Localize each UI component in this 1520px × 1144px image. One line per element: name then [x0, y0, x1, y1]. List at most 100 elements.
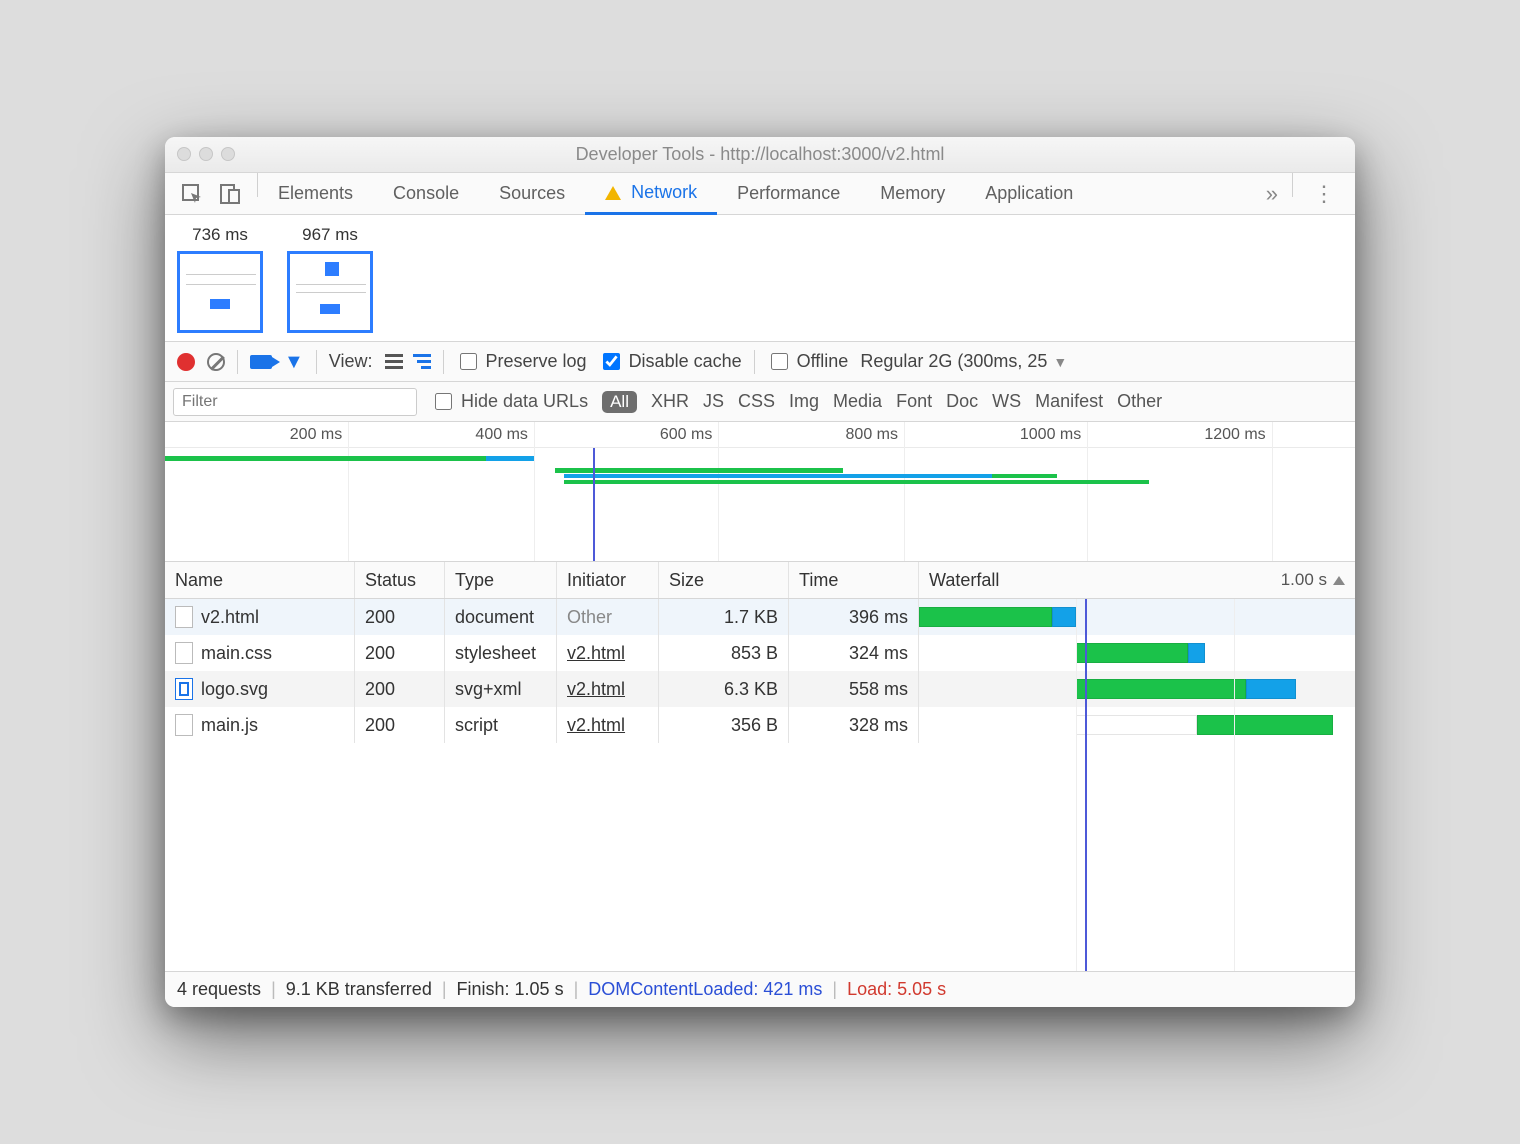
preserve-log-checkbox[interactable]: Preserve log: [456, 350, 587, 373]
tab-application[interactable]: Application: [965, 173, 1093, 214]
timeline-body: [165, 448, 1355, 561]
status-domcontentloaded: DOMContentLoaded: 421 ms: [588, 979, 822, 1000]
filter-type-font[interactable]: Font: [896, 391, 932, 412]
request-time: 396 ms: [789, 599, 919, 635]
filter-type-other[interactable]: Other: [1117, 391, 1162, 412]
zoom-window-button[interactable]: [221, 147, 235, 161]
hide-data-urls-label: Hide data URLs: [461, 391, 588, 412]
request-time: 328 ms: [789, 707, 919, 743]
table-row[interactable]: v2.html200documentOther1.7 KB396 ms: [165, 599, 1355, 635]
status-requests: 4 requests: [177, 979, 261, 1000]
traffic-lights: [177, 147, 235, 161]
request-time: 558 ms: [789, 671, 919, 707]
col-status[interactable]: Status: [355, 562, 445, 598]
request-status: 200: [355, 707, 445, 743]
request-initiator[interactable]: v2.html: [567, 643, 625, 664]
overview-bar: [486, 456, 534, 461]
tab-elements[interactable]: Elements: [258, 173, 373, 214]
close-window-button[interactable]: [177, 147, 191, 161]
request-name: logo.svg: [201, 679, 268, 700]
tab-performance[interactable]: Performance: [717, 173, 860, 214]
request-type: stylesheet: [445, 635, 557, 671]
col-initiator[interactable]: Initiator: [557, 562, 659, 598]
filter-type-xhr[interactable]: XHR: [651, 391, 689, 412]
devtools-window: Developer Tools - http://localhost:3000/…: [165, 137, 1355, 1007]
separator: [237, 350, 238, 374]
table-row[interactable]: logo.svg200svg+xmlv2.html6.3 KB558 ms: [165, 671, 1355, 707]
request-initiator[interactable]: v2.html: [567, 679, 625, 700]
overview-bar: [165, 456, 486, 461]
timeline-tick: 1000 ms: [1020, 426, 1087, 444]
filmstrip-thumbnail: [287, 251, 373, 333]
col-size[interactable]: Size: [659, 562, 789, 598]
tab-memory[interactable]: Memory: [860, 173, 965, 214]
tab-network[interactable]: Network: [585, 173, 717, 215]
timeline-overview[interactable]: 200 ms400 ms600 ms800 ms1000 ms1200 ms: [165, 422, 1355, 562]
preserve-log-label: Preserve log: [486, 351, 587, 372]
tab-console[interactable]: Console: [373, 173, 479, 214]
filmstrip-frame[interactable]: 967 ms: [287, 225, 373, 333]
filter-type-css[interactable]: CSS: [738, 391, 775, 412]
filter-type-doc[interactable]: Doc: [946, 391, 978, 412]
waterfall-bar: [1197, 715, 1334, 735]
overview-bar: [564, 480, 1149, 484]
offline-label: Offline: [797, 351, 849, 372]
waterfall-view-icon[interactable]: [413, 354, 431, 369]
timeline-ruler: 200 ms400 ms600 ms800 ms1000 ms1200 ms: [165, 422, 1355, 448]
overview-bar: [992, 474, 1057, 478]
more-tabs-button[interactable]: »: [1252, 173, 1292, 214]
network-toolbar: ▼ View: Preserve log Disable cache Offli…: [165, 342, 1355, 382]
filmstrip-thumbnail: [177, 251, 263, 333]
request-type: svg+xml: [445, 671, 557, 707]
filter-type-media[interactable]: Media: [833, 391, 882, 412]
disable-cache-checkbox[interactable]: Disable cache: [599, 350, 742, 373]
request-type: script: [445, 707, 557, 743]
tab-sources[interactable]: Sources: [479, 173, 585, 214]
filter-input[interactable]: [173, 388, 417, 416]
large-rows-icon[interactable]: [385, 354, 403, 369]
waterfall-bar: [1246, 679, 1296, 699]
request-initiator[interactable]: v2.html: [567, 715, 625, 736]
devtools-menu-button[interactable]: ⋮: [1293, 173, 1355, 214]
record-button[interactable]: [177, 353, 195, 371]
table-row[interactable]: main.js 200script v2.html 356 B328 ms: [165, 707, 1355, 743]
timeline-tick: 200 ms: [290, 426, 348, 444]
timeline-tick: 1200 ms: [1204, 426, 1271, 444]
request-size: 356 B: [659, 707, 789, 743]
request-waterfall: [919, 599, 1355, 635]
minimize-window-button[interactable]: [199, 147, 213, 161]
filter-type-all[interactable]: All: [602, 391, 637, 413]
col-type[interactable]: Type: [445, 562, 557, 598]
request-waterfall: [919, 635, 1355, 671]
overview-bar: [555, 468, 843, 473]
filmstrip-frame[interactable]: 736 ms: [177, 225, 263, 333]
clear-button[interactable]: [207, 353, 225, 371]
throttling-select[interactable]: Regular 2G (300ms, 25▼: [860, 351, 1067, 372]
filter-bar: Hide data URLs All XHR JS CSS Img Media …: [165, 382, 1355, 422]
request-name: main.js: [201, 715, 258, 736]
device-toolbar-icon[interactable]: [219, 183, 241, 205]
timeline-tick: 400 ms: [475, 426, 533, 444]
request-status: 200: [355, 635, 445, 671]
col-waterfall[interactable]: Waterfall 1.00 s: [919, 562, 1355, 598]
table-body: v2.html200documentOther1.7 KB396 ms main.…: [165, 599, 1355, 971]
request-status: 200: [355, 599, 445, 635]
overview-bar: [564, 474, 992, 478]
inspect-element-icon[interactable]: [181, 183, 203, 205]
filter-type-ws[interactable]: WS: [992, 391, 1021, 412]
filter-toggle-icon[interactable]: ▼: [284, 352, 304, 372]
hide-data-urls-checkbox[interactable]: Hide data URLs: [431, 390, 588, 413]
col-time[interactable]: Time: [789, 562, 919, 598]
offline-checkbox[interactable]: Offline: [767, 350, 849, 373]
filter-type-img[interactable]: Img: [789, 391, 819, 412]
waterfall-bar: [1076, 643, 1188, 663]
filter-type-js[interactable]: JS: [703, 391, 724, 412]
disable-cache-label: Disable cache: [629, 351, 742, 372]
filter-type-manifest[interactable]: Manifest: [1035, 391, 1103, 412]
capture-screenshots-icon[interactable]: [250, 355, 272, 369]
table-row[interactable]: main.css200stylesheetv2.html853 B324 ms: [165, 635, 1355, 671]
filmstrip: 736 ms 967 ms: [165, 215, 1355, 342]
waterfall-bar: [1188, 643, 1205, 663]
file-icon: [175, 678, 193, 700]
col-name[interactable]: Name: [165, 562, 355, 598]
